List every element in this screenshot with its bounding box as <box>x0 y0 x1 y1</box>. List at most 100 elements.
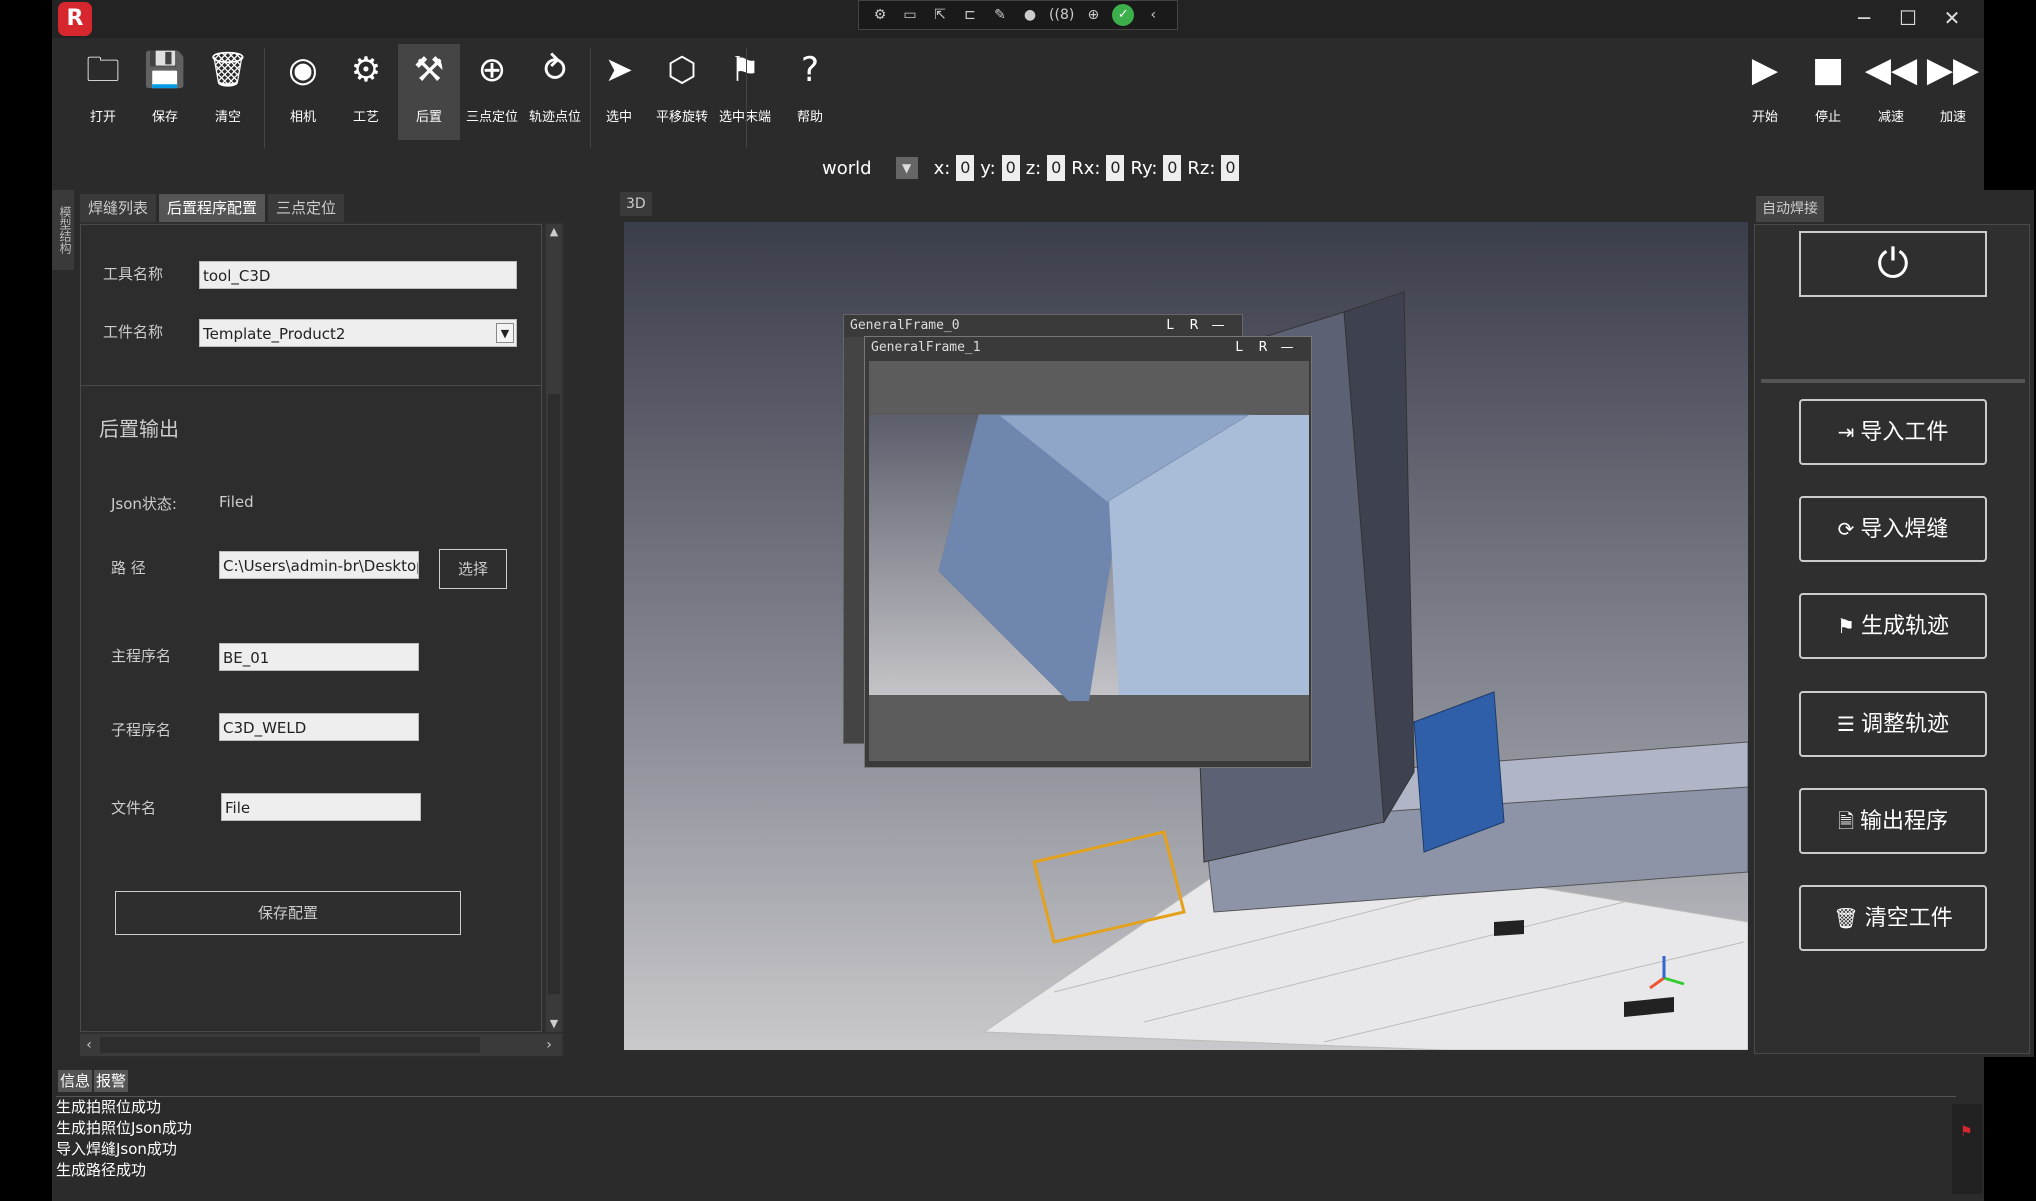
trajectory-point-button[interactable]: ⥁ 轨迹点位 <box>524 44 586 140</box>
tool-icon[interactable]: ✎ <box>989 5 1011 25</box>
tab-3d[interactable]: 3D <box>620 192 652 216</box>
vertical-scrollbar[interactable]: ▲ ▼ <box>546 224 562 1032</box>
scroll-right-icon[interactable]: › <box>540 1034 558 1056</box>
slow-down-button[interactable]: ◀◀ 减速 <box>1860 44 1922 140</box>
app-logo: R <box>58 2 92 36</box>
open-button[interactable]: 🗀 打开 <box>72 44 134 140</box>
maximize-button[interactable]: ☐ <box>1886 2 1930 34</box>
general-frame-1[interactable]: GeneralFrame_1 L R — <box>864 336 1312 768</box>
post-process-button[interactable]: ⚒ 后置 <box>398 44 460 140</box>
target-icon: ⊕ <box>477 50 507 90</box>
save-config-button[interactable]: 保存配置 <box>115 891 461 935</box>
translate-rotate-button[interactable]: ⬡ 平移旋转 <box>651 44 713 140</box>
three-point-button[interactable]: ⊕ 三点定位 <box>461 44 523 140</box>
main-toolbar: 🗀 打开 💾 保存 🗑 清空 ◉ 相机 ⚙ 工艺 ⚒ 后置 ⊕ 三点定位 ⥁ 轨迹点位 ➤ 选中 … <box>52 38 1984 150</box>
z-input[interactable]: 0 <box>1047 155 1066 181</box>
notification-badge[interactable]: ((8) <box>1049 7 1074 23</box>
auto-weld-content: ⏻ ⇥ 导入工件 ⟳ 导入焊缝 ⚑ 生成轨迹 ☰ 调整轨迹 🗎 输出程序 🗑 清空工件 <box>1754 224 2030 1054</box>
tab-post-config[interactable]: 后置程序配置 <box>159 194 266 222</box>
x-input[interactable]: 0 <box>956 155 975 181</box>
frame-r-button[interactable]: R <box>1253 337 1273 359</box>
record-icon[interactable]: ● <box>1019 5 1041 25</box>
trajectory-icon: ⚑ <box>1837 614 1855 638</box>
export-program-button[interactable]: 🗎 输出程序 <box>1799 788 1987 854</box>
robot-arm-icon: ⚒ <box>413 50 445 90</box>
frame-dropdown[interactable]: ▼ <box>895 157 918 179</box>
tab-weld-list[interactable]: 焊缝列表 <box>80 194 157 222</box>
clear-button[interactable]: 🗑 清空 <box>197 44 259 140</box>
process-icon: ⚙ <box>350 50 382 90</box>
post-config-form: 工具名称 tool_C3D 工件名称 Template_Product2 ▼ 后置… <box>80 224 542 1032</box>
play-icon: ▶ <box>1751 50 1779 90</box>
frame-minimize-button[interactable]: — <box>1208 315 1228 337</box>
rx-input[interactable]: 0 <box>1106 155 1125 181</box>
tab-alarm[interactable]: 报警 <box>94 1070 129 1092</box>
select-end-button[interactable]: ⚑ 选中末端 <box>714 44 776 140</box>
camera-button[interactable]: ◉ 相机 <box>272 44 334 140</box>
rz-input[interactable]: 0 <box>1221 155 1240 181</box>
sub-program-field[interactable]: C3D_WELD <box>219 713 419 741</box>
tab-info[interactable]: 信息 <box>58 1070 93 1092</box>
horizontal-scrollbar[interactable]: ‹ › <box>80 1034 562 1056</box>
video-icon[interactable]: ▭ <box>899 5 921 25</box>
scroll-thumb[interactable] <box>100 1037 480 1053</box>
tab-three-point[interactable]: 三点定位 <box>268 194 345 222</box>
accessibility-icon[interactable]: ⊕ <box>1082 5 1104 25</box>
scroll-thumb[interactable] <box>548 394 560 994</box>
save-icon: 💾 <box>143 50 187 90</box>
check-icon[interactable]: ✓ <box>1112 4 1135 26</box>
chevron-left-icon[interactable]: ‹ <box>1142 5 1164 25</box>
frame-l-button[interactable]: L <box>1229 337 1249 359</box>
generate-trajectory-button[interactable]: ⚑ 生成轨迹 <box>1799 593 1987 659</box>
export-icon: 🗎 <box>1837 809 1855 833</box>
frame-minimize-button[interactable]: — <box>1277 337 1297 359</box>
list-item: 生成路径成功 <box>56 1161 147 1179</box>
save-button[interactable]: 💾 保存 <box>134 44 196 140</box>
list-item: 导入焊缝Json成功 <box>56 1140 177 1158</box>
json-status-label: Json状态: <box>111 495 177 513</box>
import-workpiece-button[interactable]: ⇥ 导入工件 <box>1799 399 1987 465</box>
power-button[interactable]: ⏻ <box>1799 231 1987 297</box>
model-structure-tab[interactable]: 模型结构 <box>52 190 74 270</box>
start-button[interactable]: ▶ 开始 <box>1734 44 1796 140</box>
main-program-field[interactable]: BE_01 <box>219 643 419 671</box>
list-item: 生成拍照位Json成功 <box>56 1119 192 1137</box>
select-button[interactable]: ➤ 选中 <box>588 44 650 140</box>
frame-r-button[interactable]: R <box>1184 315 1204 337</box>
json-status-value: Filed <box>219 493 254 511</box>
rewind-icon: ◀◀ <box>1864 50 1918 90</box>
process-button[interactable]: ⚙ 工艺 <box>335 44 397 140</box>
coordinate-bar: world ▼ x: 0 y: 0 z: 0 Rx: 0 Ry: 0 Rz: 0 <box>822 153 1240 183</box>
help-icon: ? <box>800 50 820 90</box>
bracket-icon[interactable]: ⊏ <box>959 5 981 25</box>
fast-forward-icon: ▶▶ <box>1926 50 1980 90</box>
settings-icon[interactable]: ⚙ <box>869 5 891 25</box>
frame-title: GeneralFrame_0 <box>844 315 1242 337</box>
close-button[interactable]: ✕ <box>1930 2 1974 34</box>
cursor-icon: ➤ <box>604 50 634 90</box>
adjust-trajectory-button[interactable]: ☰ 调整轨迹 <box>1799 691 1987 757</box>
workpiece-select[interactable]: Template_Product2 ▼ <box>199 319 517 347</box>
divider <box>81 385 541 386</box>
minimize-button[interactable]: ─ <box>1842 2 1886 34</box>
log-scrollbar[interactable]: ⚑ <box>1952 1104 1982 1194</box>
select-path-button[interactable]: 选择 <box>439 549 507 589</box>
pointer-icon[interactable]: ⇱ <box>929 5 951 25</box>
help-button[interactable]: ? 帮助 <box>779 44 841 140</box>
scroll-down-icon[interactable]: ▼ <box>546 1016 562 1032</box>
stop-button[interactable]: ■ 停止 <box>1797 44 1859 140</box>
tool-name-field[interactable]: tool_C3D <box>199 261 517 289</box>
ry-input[interactable]: 0 <box>1163 155 1182 181</box>
file-name-field[interactable]: File <box>221 793 421 821</box>
tab-auto-weld[interactable]: 自动焊接 <box>1756 196 1824 222</box>
import-weld-button[interactable]: ⟳ 导入焊缝 <box>1799 496 1987 562</box>
path-field[interactable]: C:\Users\admin-br\Desktop <box>219 551 419 579</box>
speed-up-button[interactable]: ▶▶ 加速 <box>1922 44 1984 140</box>
file-name-label: 文件名 <box>111 799 157 817</box>
scroll-left-icon[interactable]: ‹ <box>80 1034 98 1056</box>
scroll-up-icon[interactable]: ▲ <box>546 224 562 240</box>
y-input[interactable]: 0 <box>1001 155 1020 181</box>
frame-l-button[interactable]: L <box>1160 315 1180 337</box>
chevron-down-icon[interactable]: ▼ <box>496 323 514 343</box>
clear-workpiece-button[interactable]: 🗑 清空工件 <box>1799 885 1987 951</box>
